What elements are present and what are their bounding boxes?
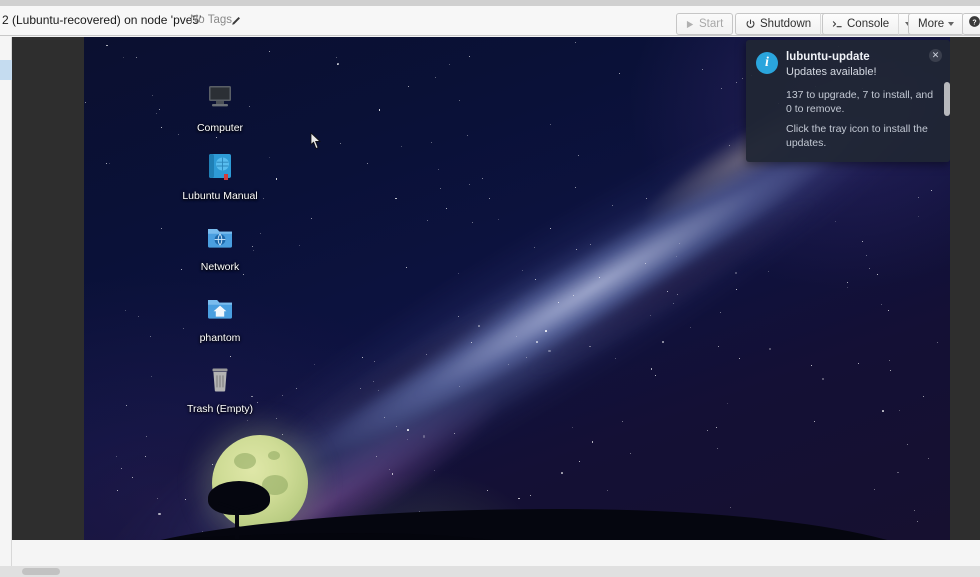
vnc-vertical-scrollbar[interactable] xyxy=(944,82,950,116)
sidebar-item-selected[interactable] xyxy=(0,60,12,80)
desktop-icon-label: Network xyxy=(200,261,240,273)
more-button-group: More xyxy=(908,13,965,35)
trash-icon xyxy=(203,362,237,396)
book-icon xyxy=(203,149,237,183)
vnc-viewport[interactable]: Computer Lubuntu Manual Network phantom … xyxy=(12,37,980,540)
desktop-icon-trash[interactable]: Trash (Empty) xyxy=(177,362,263,417)
wallpaper-tree xyxy=(208,481,270,539)
network-folder-icon xyxy=(203,220,237,254)
desktop-icon-label: Computer xyxy=(196,122,244,134)
vnc-canvas[interactable]: Computer Lubuntu Manual Network phantom … xyxy=(84,37,950,540)
home-folder-icon xyxy=(203,291,237,325)
computer-monitor-icon xyxy=(203,81,237,115)
terminal-icon xyxy=(832,19,843,30)
tags-label: No Tags xyxy=(190,14,232,26)
chevron-down-icon xyxy=(948,22,955,26)
power-icon xyxy=(745,19,756,30)
shutdown-button[interactable]: Shutdown xyxy=(735,13,821,35)
page-horizontal-scrollbar[interactable] xyxy=(0,566,980,577)
start-button-label: Start xyxy=(699,18,724,30)
help-button[interactable]: ? xyxy=(962,13,980,35)
play-icon xyxy=(686,20,695,29)
info-icon: i xyxy=(756,52,778,74)
notification-subtitle: Updates available! xyxy=(786,66,877,78)
info-icon-glyph: i xyxy=(765,55,769,70)
desktop-icon-phantom[interactable]: phantom xyxy=(177,291,263,346)
resource-sidebar[interactable] xyxy=(0,37,12,540)
desktop-icon-computer[interactable]: Computer xyxy=(177,81,263,136)
console-button-group: Console xyxy=(822,13,919,35)
sidebar-bottom-filler xyxy=(0,540,12,566)
notification-title: lubuntu-update xyxy=(786,51,870,63)
console-button-label: Console xyxy=(847,18,890,30)
proxmox-vm-console-page: 2 (Lubuntu-recovered) on node 'pve5' No … xyxy=(0,0,980,577)
more-button-label: More xyxy=(918,18,945,30)
desktop-icon-network[interactable]: Network xyxy=(177,220,263,275)
desktop-icon-label: Lubuntu Manual xyxy=(182,190,258,202)
desktop-icon-lubuntu-manual[interactable]: Lubuntu Manual xyxy=(177,149,263,204)
more-button[interactable]: More xyxy=(908,13,965,35)
page-horizontal-scrollbar-thumb[interactable] xyxy=(22,568,60,575)
svg-text:?: ? xyxy=(972,19,976,26)
desktop-icon-label: Trash (Empty) xyxy=(186,403,254,415)
console-button[interactable]: Console xyxy=(822,13,899,35)
shutdown-button-label: Shutdown xyxy=(760,18,812,30)
start-button-group: Start xyxy=(676,13,734,35)
vm-header-bar: 2 (Lubuntu-recovered) on node 'pve5' No … xyxy=(0,6,980,36)
close-icon[interactable]: ✕ xyxy=(929,49,942,62)
notification-toast[interactable]: i lubuntu-update Updates available! 137 … xyxy=(746,40,950,162)
start-button[interactable]: Start xyxy=(676,13,734,35)
pencil-icon[interactable] xyxy=(230,16,241,27)
desktop-icon-label: phantom xyxy=(199,332,241,344)
help-circle-icon: ? xyxy=(968,15,980,33)
help-button-group: ? xyxy=(962,13,980,35)
page-title: 2 (Lubuntu-recovered) on node 'pve5' xyxy=(2,13,202,27)
notification-body: 137 to upgrade, 7 to install, and 0 to r… xyxy=(786,89,934,115)
notification-body-secondary: Click the tray icon to install the updat… xyxy=(786,123,928,149)
